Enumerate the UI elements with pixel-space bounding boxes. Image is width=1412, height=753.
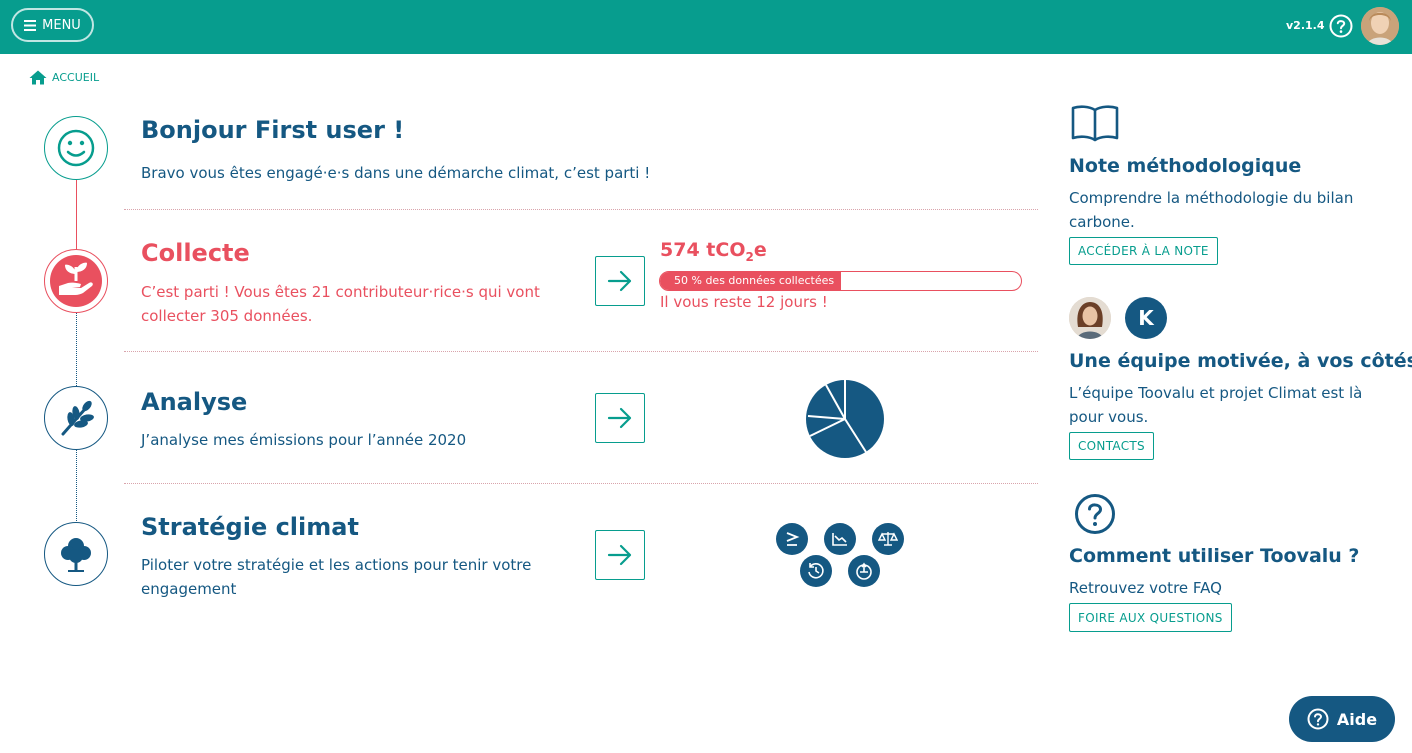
history-icon	[800, 555, 832, 587]
analyse-go-button[interactable]	[595, 393, 645, 443]
question-circle-icon	[1307, 708, 1329, 730]
strategie-step-circle	[44, 522, 108, 586]
menu-button[interactable]: MENU	[11, 8, 94, 42]
strategie-go-button[interactable]	[595, 530, 645, 580]
help-floating-button[interactable]: Aide	[1289, 696, 1395, 742]
emissions-unit-prefix: tCO	[706, 239, 746, 261]
arrow-right-icon	[607, 407, 632, 429]
collecte-title: Collecte	[141, 239, 250, 267]
note-text: Comprendre la méthodologie du bilan carb…	[1069, 189, 1354, 231]
collecte-go-button[interactable]	[595, 256, 645, 306]
arrow-right-icon	[607, 270, 632, 292]
breadcrumb-label: ACCUEIL	[52, 71, 100, 84]
balance-scale-icon-glyph	[878, 532, 898, 546]
user-avatar[interactable]	[1361, 7, 1399, 45]
section-divider	[124, 483, 1038, 484]
breadcrumb[interactable]: ACCUEIL	[29, 70, 99, 85]
remaining-days: Il vous reste 12 jours !	[660, 293, 828, 311]
analyse-text: J’analyse mes émissions pour l’année 202…	[141, 431, 467, 449]
help-floating-label: Aide	[1336, 709, 1378, 729]
history-icon-glyph	[808, 563, 824, 579]
hand-plant-icon	[50, 255, 102, 307]
user-avatar-picture	[1361, 7, 1399, 45]
chart-down-icon-glyph	[832, 533, 847, 546]
greater-equal-icon-glyph	[786, 532, 800, 546]
timeline-line-dotted	[76, 450, 77, 525]
team-avatar-letter: K	[1125, 297, 1167, 339]
strategie-text: Piloter votre stratégie et les actions p…	[141, 556, 532, 598]
collecte-text: C’est parti ! Vous êtes 21 contributeur·…	[141, 283, 540, 325]
chart-down-icon	[824, 523, 856, 555]
smile-icon	[57, 129, 95, 167]
emissions-unit-suffix: e	[753, 239, 767, 261]
team-text: L’équipe Toovalu et projet Climat est là…	[1069, 384, 1363, 426]
section-divider	[124, 351, 1038, 352]
team-avatar-picture	[1069, 297, 1111, 339]
arrow-right-icon	[607, 544, 632, 566]
pie-chart-icon	[806, 380, 884, 458]
emissions-unit: tCO2e	[706, 239, 767, 264]
book-icon	[1071, 105, 1119, 142]
timeline-line-dotted	[76, 313, 77, 388]
faq-title: Comment utiliser Toovalu ?	[1069, 545, 1360, 567]
timeline-line-solid	[76, 180, 77, 250]
faq-button[interactable]: FOIRE AUX QUESTIONS	[1069, 603, 1232, 632]
emissions-value: 574	[660, 239, 700, 261]
hamburger-icon	[24, 19, 37, 31]
team-avatar-photo	[1069, 297, 1111, 339]
analyse-step-circle	[44, 386, 108, 450]
greater-equal-icon	[776, 523, 808, 555]
analyse-title: Analyse	[141, 388, 248, 416]
welcome-step-circle	[44, 116, 108, 180]
faq-text: Retrouvez votre FAQ	[1069, 579, 1222, 597]
progress-label: 50 % des données collectées	[674, 274, 835, 287]
menu-label: MENU	[42, 17, 81, 33]
top-bar: MENU v2.1.4	[0, 0, 1412, 54]
note-title: Note méthodologique	[1069, 155, 1302, 177]
tree-icon	[61, 538, 91, 572]
welcome-title: Bonjour First user !	[141, 116, 405, 144]
collecte-progress-bar: 50 % des données collectées	[659, 271, 1022, 291]
target-icon-glyph	[856, 562, 872, 580]
home-icon	[29, 70, 47, 85]
question-circle-icon[interactable]	[1329, 14, 1353, 38]
strategie-title: Stratégie climat	[141, 513, 359, 541]
question-circle-icon	[1075, 494, 1115, 534]
emissions-total: 574 tCO2e	[660, 239, 767, 264]
collecte-step-circle	[44, 249, 108, 313]
section-divider	[124, 209, 1038, 210]
contacts-button[interactable]: CONTACTS	[1069, 432, 1154, 460]
wheat-icon	[61, 400, 94, 436]
target-icon	[848, 555, 880, 587]
access-note-button[interactable]: ACCÉDER À LA NOTE	[1069, 237, 1218, 265]
welcome-text: Bravo vous êtes engagé·e·s dans une déma…	[141, 164, 651, 182]
balance-scale-icon	[872, 523, 904, 555]
emissions-unit-subscript: 2	[745, 249, 754, 264]
team-title: Une équipe motivée, à vos côtés !	[1069, 350, 1412, 372]
version-label: v2.1.4	[1286, 19, 1325, 32]
